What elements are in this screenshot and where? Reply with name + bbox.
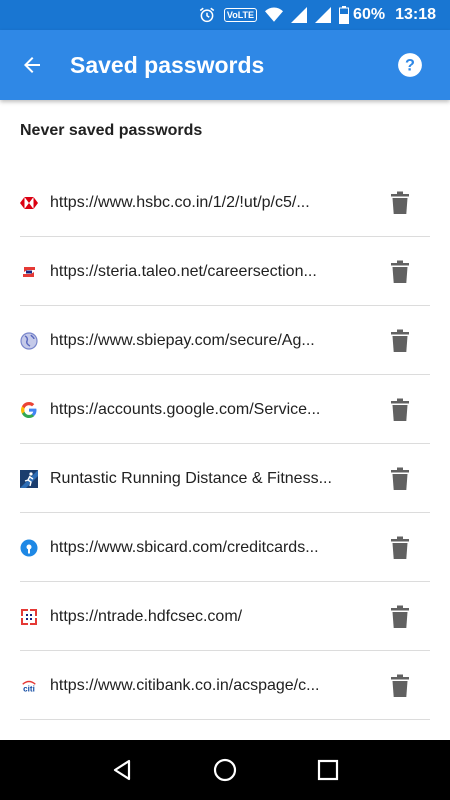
delete-button[interactable] — [384, 325, 416, 357]
nav-recents-icon — [318, 759, 339, 781]
nav-back-button[interactable] — [102, 750, 142, 790]
list-item[interactable]: Runtastic Running Distance & Fitness... — [0, 444, 450, 513]
system-nav-bar — [0, 740, 450, 800]
password-exceptions-list: https://www.hsbc.co.in/1/2/!ut/p/c5/... … — [0, 168, 450, 720]
signal-icon — [291, 7, 308, 23]
sbicard-favicon — [20, 539, 38, 557]
list-item[interactable]: https://steria.taleo.net/careersection..… — [0, 237, 450, 306]
trash-icon — [391, 605, 409, 628]
delete-button[interactable] — [384, 394, 416, 426]
list-item[interactable]: citi https://www.citibank.co.in/acspage/… — [0, 651, 450, 720]
delete-button[interactable] — [384, 187, 416, 219]
trash-icon — [391, 467, 409, 490]
back-button[interactable] — [2, 30, 62, 100]
arrow-back-icon — [24, 57, 40, 73]
delete-button[interactable] — [384, 256, 416, 288]
hsbc-favicon — [20, 194, 38, 212]
help-button[interactable]: ? — [380, 30, 440, 100]
list-item[interactable]: https://ntrade.hdfcsec.com/ — [0, 582, 450, 651]
app-bar: Saved passwords ? — [0, 30, 450, 100]
entry-url: https://www.citibank.co.in/acspage/c... — [50, 676, 320, 694]
wifi-icon — [265, 7, 284, 23]
clock: 13:18 — [395, 6, 436, 23]
list-item[interactable]: https://www.sbiepay.com/secure/Ag... — [0, 306, 450, 375]
trash-icon — [391, 674, 409, 697]
nav-home-button[interactable] — [205, 750, 245, 790]
section-title: Never saved passwords — [20, 122, 203, 139]
list-item[interactable]: https://www.hsbc.co.in/1/2/!ut/p/c5/... — [0, 168, 450, 237]
entry-url: https://accounts.google.com/Service... — [50, 400, 321, 418]
svg-text:?: ? — [405, 56, 415, 74]
entry-url: Runtastic Running Distance & Fitness... — [50, 469, 332, 487]
entry-url: https://www.hsbc.co.in/1/2/!ut/p/c5/... — [50, 193, 310, 211]
entry-url: https://www.sbicard.com/creditcards... — [50, 538, 319, 556]
list-item[interactable]: https://www.sbicard.com/creditcards... — [0, 513, 450, 582]
delete-button[interactable] — [384, 532, 416, 564]
nav-home-icon — [213, 758, 237, 782]
globe-favicon — [20, 331, 38, 350]
list-item[interactable]: https://accounts.google.com/Service... — [0, 375, 450, 444]
trash-icon — [391, 398, 409, 421]
delete-button[interactable] — [384, 463, 416, 495]
runtastic-favicon — [20, 469, 38, 488]
hdfc-favicon — [20, 608, 38, 626]
delete-button[interactable] — [384, 670, 416, 702]
svg-text:citi: citi — [23, 684, 35, 693]
citi-favicon: citi — [20, 677, 38, 695]
trash-icon — [391, 536, 409, 559]
trash-icon — [391, 191, 409, 214]
nav-recents-button[interactable] — [308, 750, 348, 790]
trash-icon — [391, 329, 409, 352]
nav-back-icon — [113, 759, 130, 781]
google-favicon — [20, 401, 38, 419]
battery-percent: 60% — [353, 6, 386, 23]
status-bar: VoLTE 60% 13:18 — [0, 0, 450, 30]
alarm-icon — [198, 6, 216, 24]
delete-button[interactable] — [384, 601, 416, 633]
content: Never saved passwords https://www.hsbc.c… — [0, 100, 450, 740]
trash-icon — [391, 260, 409, 283]
battery-icon — [339, 6, 350, 24]
signal-icon-secondary — [315, 7, 332, 23]
page-title: Saved passwords — [70, 51, 265, 78]
volte-badge: VoLTE — [223, 8, 258, 22]
entry-url: https://steria.taleo.net/careersection..… — [50, 262, 317, 280]
taleo-favicon — [20, 263, 38, 281]
entry-url: https://www.sbiepay.com/secure/Ag... — [50, 331, 315, 349]
entry-url: https://ntrade.hdfcsec.com/ — [50, 607, 243, 625]
help-icon: ? — [398, 53, 422, 77]
